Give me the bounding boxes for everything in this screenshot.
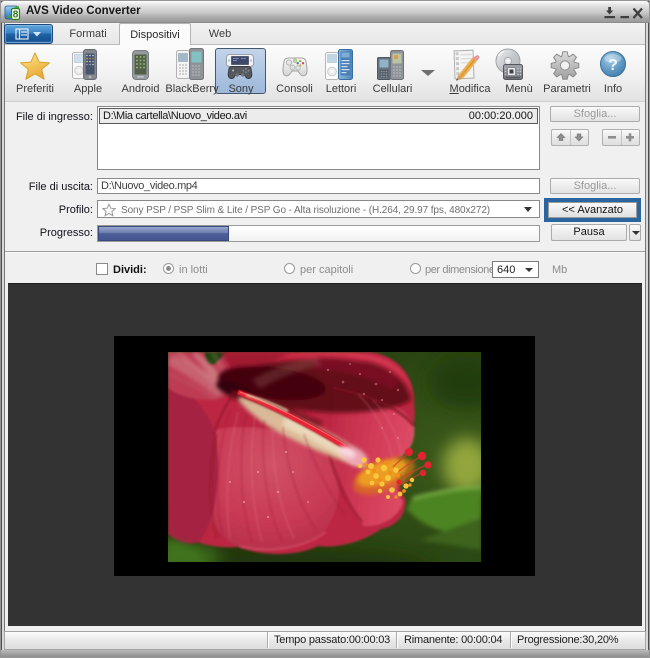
svg-text:8: 8 xyxy=(13,10,19,21)
svg-text:?: ? xyxy=(608,57,618,74)
